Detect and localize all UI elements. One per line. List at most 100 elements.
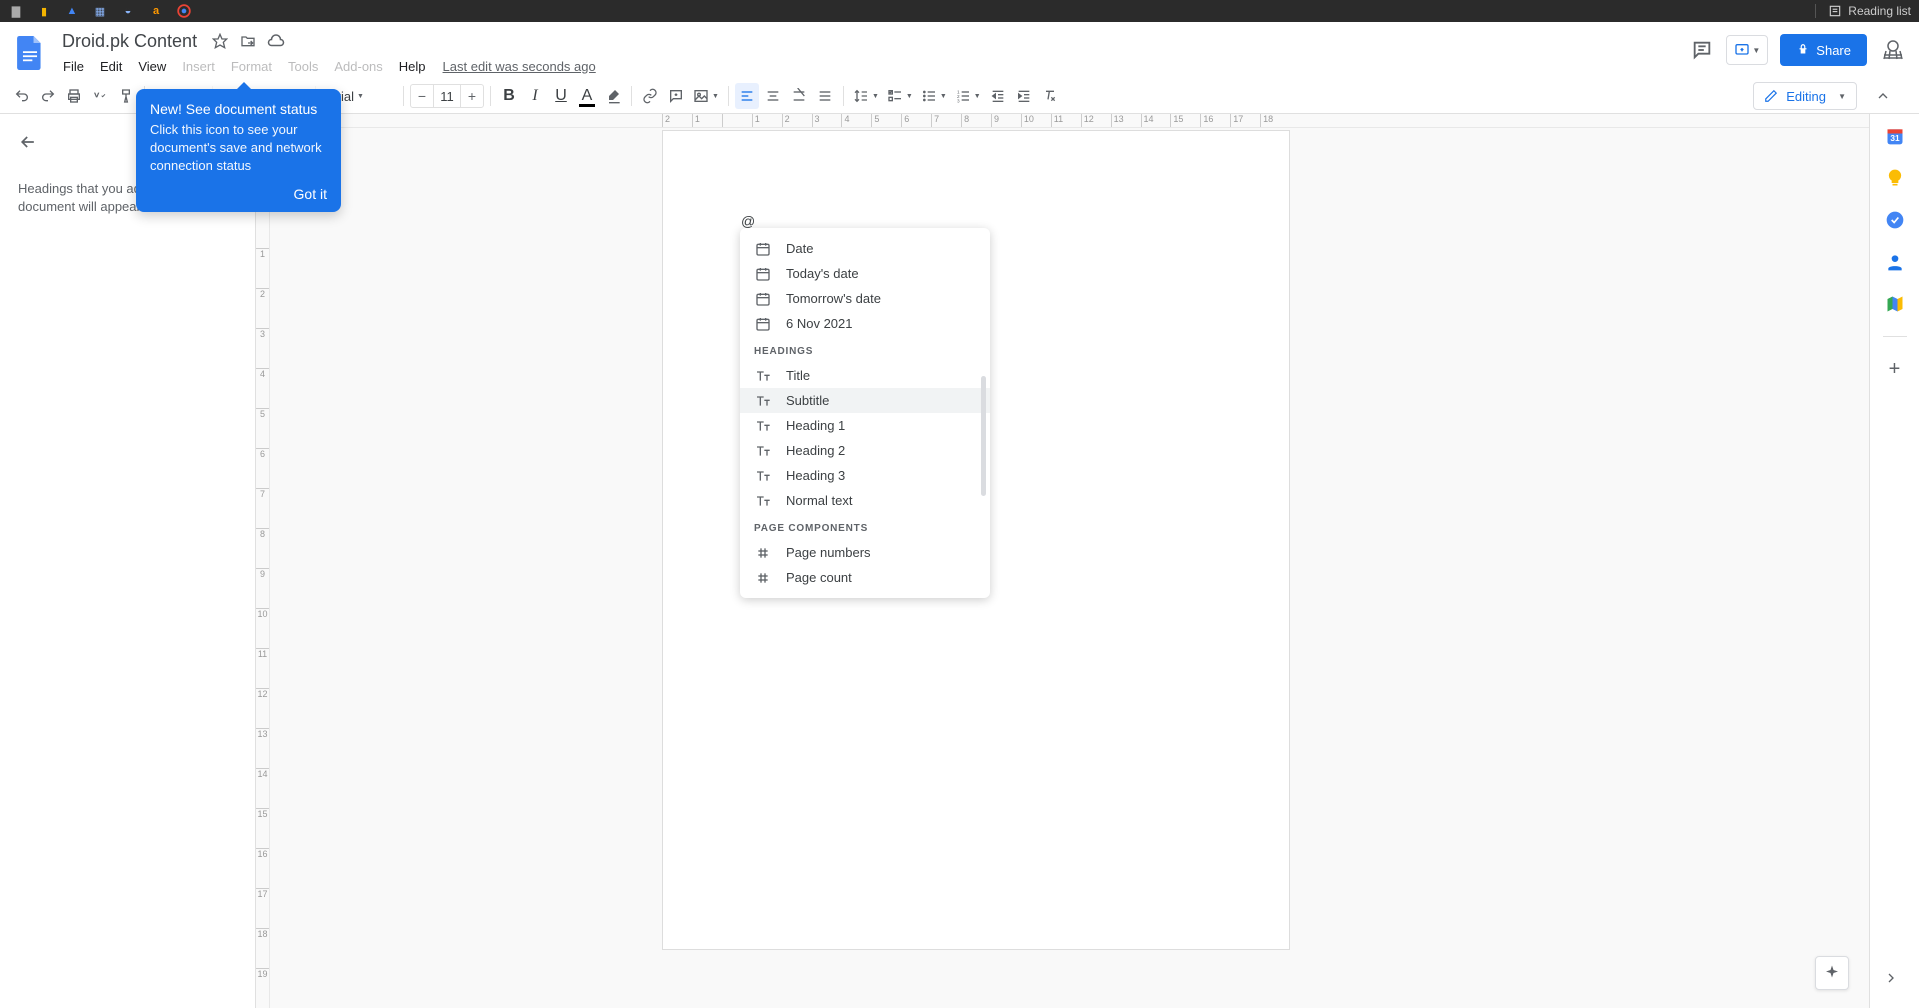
folder-icon[interactable]: ▇ xyxy=(8,3,24,19)
align-right-button[interactable] xyxy=(787,83,811,109)
maps-side-icon[interactable] xyxy=(1885,294,1905,314)
analytics-icon[interactable]: ▮ xyxy=(36,3,52,19)
at-item-date[interactable]: 6 Nov 2021 xyxy=(740,311,990,336)
at-item-heading[interactable]: Subtitle xyxy=(740,388,990,413)
align-center-button[interactable] xyxy=(761,83,785,109)
line-spacing-button[interactable] xyxy=(850,83,882,109)
horizontal-ruler[interactable]: 21123456789101112131415161718 xyxy=(256,114,1869,128)
print-button[interactable] xyxy=(62,83,86,109)
comment-button[interactable] xyxy=(664,83,688,109)
align-left-button[interactable] xyxy=(735,83,759,109)
ruler-vtick: 10 xyxy=(256,608,269,648)
tasks-side-icon[interactable] xyxy=(1885,210,1905,230)
menu-file[interactable]: File xyxy=(56,56,91,77)
docs-home-button[interactable] xyxy=(12,28,48,78)
bullet-list-button[interactable] xyxy=(918,83,950,109)
present-button[interactable]: ▼ xyxy=(1726,35,1768,65)
document-title[interactable]: Droid.pk Content xyxy=(56,29,203,54)
hash-icon xyxy=(754,569,772,587)
star-icon[interactable] xyxy=(211,32,229,50)
spellcheck-button[interactable] xyxy=(88,83,112,109)
menu-help[interactable]: Help xyxy=(392,56,433,77)
at-item-date[interactable]: Today's date xyxy=(740,261,990,286)
add-side-icon[interactable]: + xyxy=(1885,359,1905,379)
redo-button[interactable] xyxy=(36,83,60,109)
font-size-increase[interactable]: + xyxy=(461,88,483,104)
menu-view[interactable]: View xyxy=(131,56,173,77)
menu-edit[interactable]: Edit xyxy=(93,56,129,77)
link-button[interactable] xyxy=(638,83,662,109)
checklist-button[interactable] xyxy=(884,83,916,109)
comments-icon[interactable] xyxy=(1690,38,1714,62)
tooltip-title: New! See document status xyxy=(150,101,327,117)
menu-format[interactable]: Format xyxy=(224,56,279,77)
indent-increase-button[interactable] xyxy=(1012,83,1036,109)
paint-format-button[interactable] xyxy=(114,83,138,109)
at-item-date[interactable]: Tomorrow's date xyxy=(740,286,990,311)
bold-button[interactable]: B xyxy=(497,83,521,109)
share-button[interactable]: Share xyxy=(1780,34,1867,66)
keep-side-icon[interactable] xyxy=(1885,168,1905,188)
at-item-heading[interactable]: Heading 2 xyxy=(740,438,990,463)
highlight-button[interactable] xyxy=(601,83,625,109)
outline-close-button[interactable] xyxy=(18,130,42,154)
font-size-decrease[interactable]: − xyxy=(411,88,433,104)
last-edit-link[interactable]: Last edit was seconds ago xyxy=(443,59,596,74)
align-justify-button[interactable] xyxy=(813,83,837,109)
font-size-input[interactable]: 11 xyxy=(433,85,461,107)
italic-button[interactable]: I xyxy=(523,83,547,109)
menu-tools[interactable]: Tools xyxy=(281,56,325,77)
menu-insert[interactable]: Insert xyxy=(175,56,222,77)
ruler-tick: 18 xyxy=(1260,114,1290,127)
ruler-vtick: 13 xyxy=(256,728,269,768)
ads-icon[interactable]: ▲ xyxy=(64,3,80,19)
numbered-list-button[interactable]: 123 xyxy=(952,83,984,109)
menu-bar: File Edit View Insert Format Tools Add-o… xyxy=(56,54,1690,78)
underline-button[interactable]: U xyxy=(549,83,573,109)
at-item-heading[interactable]: Heading 3 xyxy=(740,463,990,488)
at-item-page-component[interactable]: Page count xyxy=(740,565,990,590)
contacts-side-icon[interactable] xyxy=(1885,252,1905,272)
text-format-icon xyxy=(754,492,772,510)
at-item-page-component[interactable]: Page numbers xyxy=(740,540,990,565)
at-item-heading[interactable]: Heading 1 xyxy=(740,413,990,438)
side-panel-toggle[interactable] xyxy=(1879,966,1903,990)
ruler-vtick: 2 xyxy=(256,288,269,328)
collapse-toolbar-button[interactable] xyxy=(1869,82,1897,110)
reading-list-button[interactable]: Reading list xyxy=(1815,4,1911,18)
at-item-date[interactable]: Date xyxy=(740,236,990,261)
ruler-vtick: 18 xyxy=(256,928,269,968)
clip-icon[interactable]: ◒ xyxy=(120,3,136,19)
calendar-icon[interactable]: ▦ xyxy=(92,3,108,19)
chrome-icon[interactable] xyxy=(176,3,192,19)
editing-mode-button[interactable]: Editing xyxy=(1753,82,1857,110)
text-format-icon xyxy=(754,367,772,385)
text-color-button[interactable]: A xyxy=(575,83,599,109)
ruler-tick: 1 xyxy=(692,114,722,127)
amazon-icon[interactable]: a xyxy=(148,3,164,19)
at-item-heading[interactable]: Title xyxy=(740,363,990,388)
indent-decrease-button[interactable] xyxy=(986,83,1010,109)
image-button[interactable] xyxy=(690,83,722,109)
undo-button[interactable] xyxy=(10,83,34,109)
calendar-side-icon[interactable]: 31 xyxy=(1885,126,1905,146)
tooltip-body: Click this icon to see your document's s… xyxy=(150,121,327,176)
ruler-vtick: 11 xyxy=(256,648,269,688)
document-canvas[interactable]: 21123456789101112131415161718 1234567891… xyxy=(255,114,1869,1008)
clear-format-button[interactable] xyxy=(1038,83,1062,109)
extension-icon[interactable] xyxy=(1879,36,1907,64)
ruler-tick: 15 xyxy=(1170,114,1200,127)
at-menu-scrollbar[interactable] xyxy=(981,376,986,496)
ruler-vtick: 17 xyxy=(256,888,269,928)
move-icon[interactable] xyxy=(239,32,257,50)
explore-button[interactable] xyxy=(1815,956,1849,990)
tooltip-got-it-button[interactable]: Got it xyxy=(150,186,327,202)
cloud-status-icon[interactable] xyxy=(267,32,285,50)
at-item-heading[interactable]: Normal text xyxy=(740,488,990,513)
ruler-tick: 13 xyxy=(1111,114,1141,127)
ruler-tick: 5 xyxy=(871,114,901,127)
outline-panel: Headings that you add to the document wi… xyxy=(0,114,255,1008)
vertical-ruler[interactable]: 1234567891011121314151617181920 xyxy=(256,128,270,1008)
at-item-label: Today's date xyxy=(786,266,859,281)
menu-addons[interactable]: Add-ons xyxy=(327,56,389,77)
